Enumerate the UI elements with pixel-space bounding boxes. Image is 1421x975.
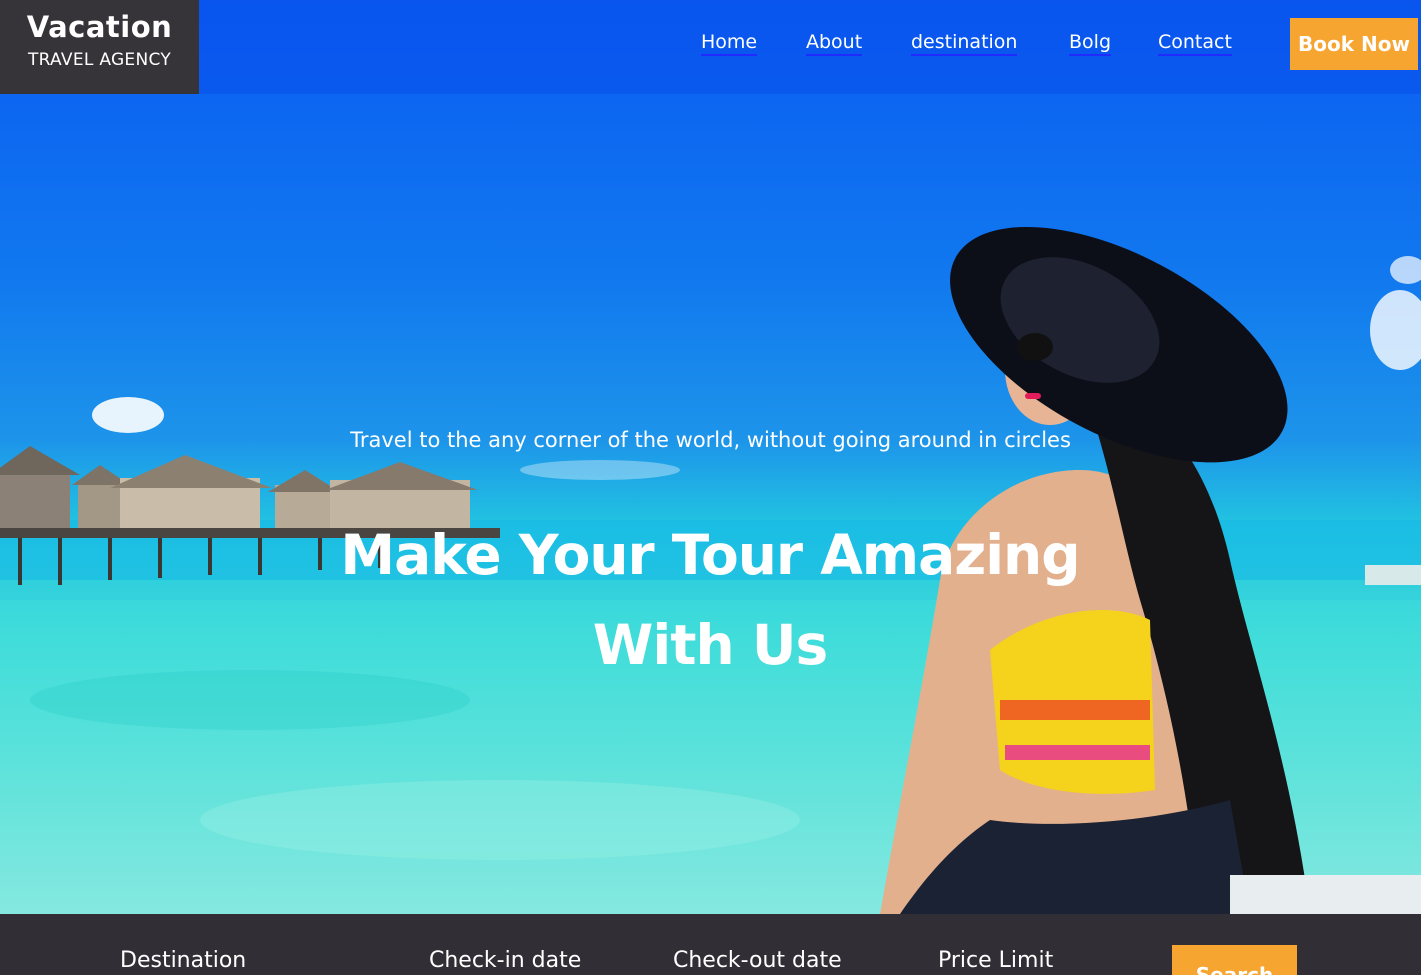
nav-about-link[interactable]: About xyxy=(806,31,863,56)
nav-contact-link[interactable]: Contact xyxy=(1158,31,1232,56)
destination-label: Destination xyxy=(120,948,247,973)
hero-headline: Make Your Tour Amazing With Us xyxy=(340,523,1080,677)
booking-search-bar: Destination Check-in date Check-out date… xyxy=(0,914,1421,975)
nav-blog-link[interactable]: Bolg xyxy=(1069,31,1111,56)
nav-home-link[interactable]: Home xyxy=(701,31,758,56)
hero-section: Vacation TRAVEL AGENCY Home About destin… xyxy=(0,0,1421,914)
search-button[interactable]: Search xyxy=(1172,945,1297,975)
site-header: Vacation TRAVEL AGENCY Home About destin… xyxy=(0,0,1421,94)
check-out-label: Check-out date xyxy=(673,948,842,973)
nav-destination-link[interactable]: destination xyxy=(911,31,1018,56)
hero-tagline: Travel to the any corner of the world, w… xyxy=(350,428,1071,452)
hero-background-image xyxy=(0,226,1421,914)
main-nav: Home About destination Bolg Contact xyxy=(0,31,1421,61)
book-now-button[interactable]: Book Now xyxy=(1290,18,1418,70)
price-limit-label: Price Limit xyxy=(938,948,1054,973)
check-in-label: Check-in date xyxy=(429,948,582,973)
